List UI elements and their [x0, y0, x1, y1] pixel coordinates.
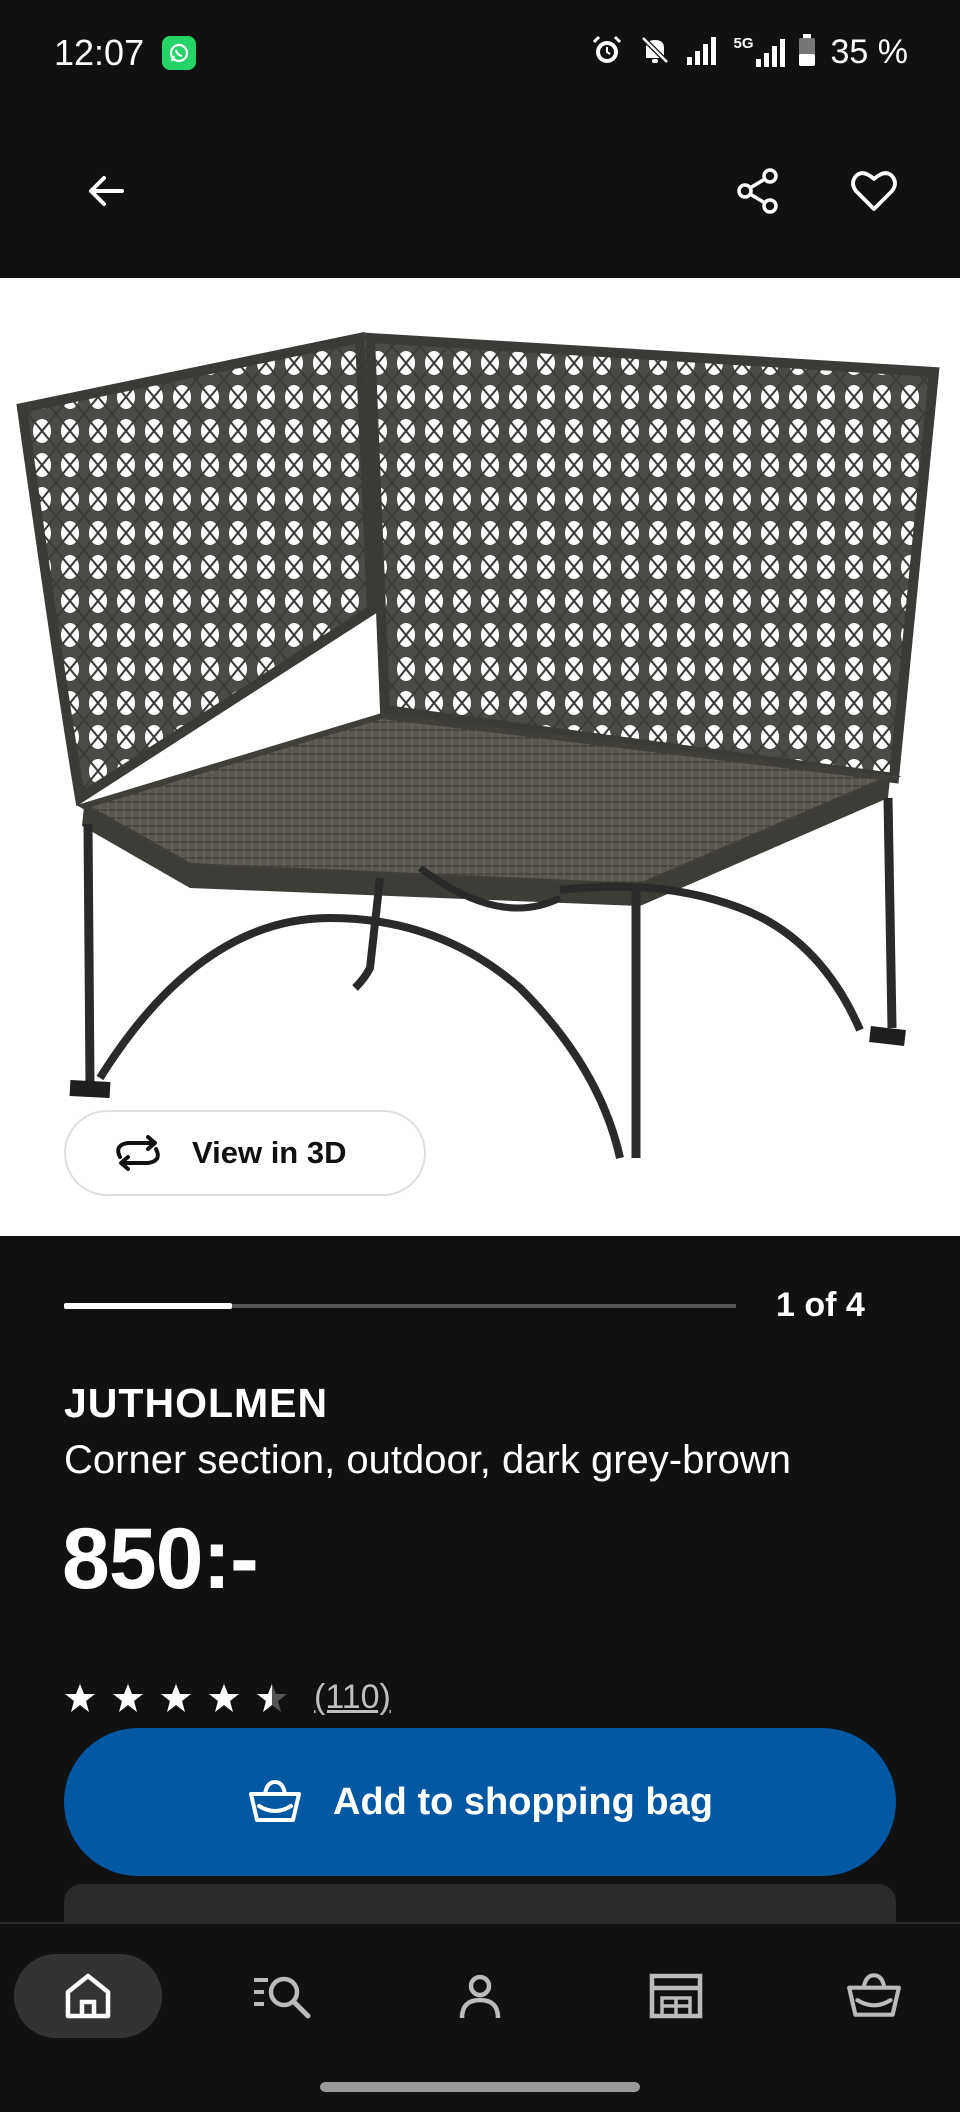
favourite-button[interactable]: [834, 151, 914, 231]
share-button[interactable]: [718, 151, 798, 231]
search-list-icon: [254, 1976, 311, 2019]
back-arrow-icon: [89, 176, 124, 206]
add-to-shopping-bag-label: Add to shopping bag: [333, 1780, 713, 1823]
home-icon: [65, 1973, 111, 2019]
add-to-shopping-bag-button[interactable]: Add to shopping bag: [64, 1728, 896, 1876]
secondary-action-card[interactable]: [64, 1884, 896, 1924]
system-home-indicator[interactable]: [320, 2082, 640, 2092]
star-icon: [209, 1683, 239, 1712]
status-bar: 12:07 5G 35 %: [0, 0, 960, 108]
product-rating[interactable]: (110): [64, 1678, 391, 1717]
product-description: Corner section, outdoor, dark grey-brown: [64, 1438, 792, 1482]
carousel-progress-bar: [64, 1303, 736, 1309]
whatsapp-icon: [162, 36, 196, 70]
nav-store[interactable]: [606, 1954, 746, 2038]
star-icon: [257, 1683, 287, 1712]
profile-icon: [459, 1974, 501, 2019]
status-icons: 5G 35 %: [589, 30, 908, 74]
carousel-progress-fill: [64, 1303, 232, 1309]
review-count-link[interactable]: (110): [314, 1678, 391, 1717]
product-image: [16, 331, 940, 1159]
alarm-icon: [589, 32, 625, 73]
nav-search[interactable]: [212, 1954, 352, 2038]
star-icon: [113, 1683, 143, 1712]
rating-stars: [64, 1682, 288, 1714]
rotate-3d-icon: [116, 1135, 160, 1171]
status-time: 12:07: [54, 32, 145, 73]
star-icon: [65, 1683, 95, 1712]
battery-icon: [797, 33, 817, 72]
signal-icon: [685, 33, 721, 72]
product-name: JUTHOLMEN: [64, 1380, 329, 1426]
back-button[interactable]: [66, 151, 146, 231]
share-icon: [737, 168, 778, 214]
heart-icon: [851, 171, 897, 211]
app-bar: [0, 108, 960, 278]
shopping-bag-nav-icon: [847, 1973, 901, 2017]
notifications-off-icon: [637, 32, 673, 73]
shopping-bag-icon: [249, 1779, 302, 1822]
nav-profile[interactable]: [410, 1954, 550, 2038]
view-in-3d-button[interactable]: View in 3D: [64, 1110, 426, 1196]
product-price: 850:-: [62, 1511, 259, 1607]
store-icon: [649, 1973, 703, 2019]
view-in-3d-label: View in 3D: [192, 1135, 347, 1170]
network-type-label: 5G: [733, 35, 754, 52]
product-image-carousel[interactable]: View in 3D: [0, 278, 960, 1236]
5g-signal-icon: 5G: [733, 35, 785, 69]
star-icon: [161, 1683, 191, 1712]
nav-shopping-bag[interactable]: [804, 1954, 944, 2038]
battery-percentage: 35 %: [830, 32, 909, 71]
nav-home[interactable]: [14, 1954, 162, 2038]
image-counter: 1 of 4: [776, 1286, 865, 1324]
